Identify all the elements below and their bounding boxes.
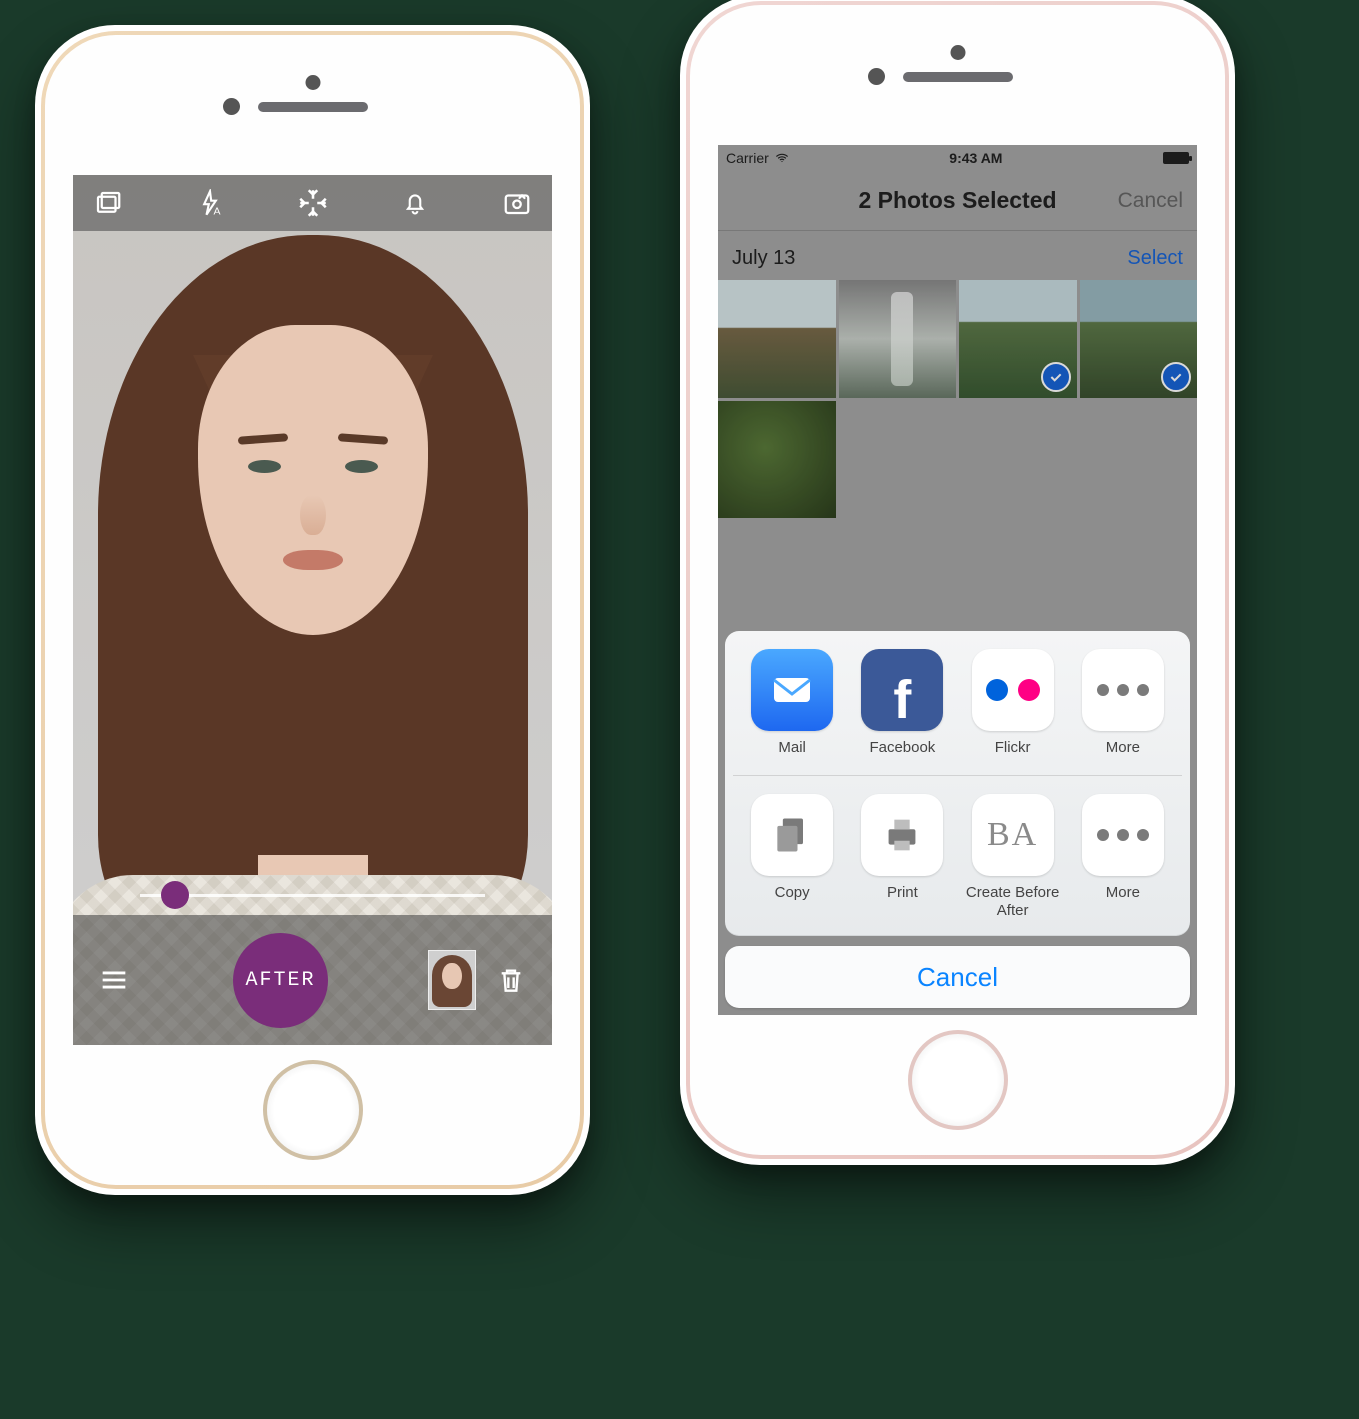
share-item-label: Flickr xyxy=(995,739,1031,757)
home-button[interactable] xyxy=(263,1060,363,1160)
last-photo-thumbnail[interactable] xyxy=(428,950,476,1010)
phone-mockup-right: Carrier 9:43 AM 2 Photos Selected Cancel xyxy=(680,0,1235,1165)
share-item-print[interactable]: Print xyxy=(853,794,951,920)
share-item-label: Create Before After xyxy=(964,884,1062,920)
mail-icon xyxy=(751,649,833,731)
share-item-label: More xyxy=(1106,739,1140,757)
camera-top-toolbar: A xyxy=(73,175,552,231)
share-cancel-button[interactable]: Cancel xyxy=(725,946,1190,1008)
more-icon xyxy=(1082,649,1164,731)
photos-app: Carrier 9:43 AM 2 Photos Selected Cancel xyxy=(718,145,1197,1015)
share-item-copy[interactable]: Copy xyxy=(743,794,841,920)
proximity-sensor-dot xyxy=(223,98,240,115)
share-item-fb[interactable]: f Facebook xyxy=(853,649,951,757)
share-item-flickr[interactable]: Flickr xyxy=(964,649,1062,757)
share-item-label: Facebook xyxy=(869,739,935,757)
share-sheet-panel: Mail f Facebook Flickr More Copy Print BA Creat… xyxy=(725,631,1190,936)
flash-icon[interactable]: A xyxy=(191,184,229,222)
last-photo-group xyxy=(428,950,530,1010)
share-item-label: Print xyxy=(887,884,918,902)
print-icon xyxy=(861,794,943,876)
focus-icon[interactable] xyxy=(294,184,332,222)
menu-icon[interactable] xyxy=(95,961,133,999)
switch-camera-icon[interactable] xyxy=(498,184,536,222)
bell-icon[interactable] xyxy=(396,184,434,222)
shutter-after-button[interactable]: AFTER xyxy=(233,933,328,1028)
intensity-slider-thumb[interactable] xyxy=(161,881,189,909)
share-cancel-label: Cancel xyxy=(917,962,998,993)
share-item-ba[interactable]: BA Create Before After xyxy=(964,794,1062,920)
trash-icon[interactable] xyxy=(492,961,530,999)
intensity-slider[interactable] xyxy=(140,894,485,897)
screen-left: A xyxy=(73,175,552,1045)
facebook-icon: f xyxy=(861,649,943,731)
earpiece-speaker xyxy=(258,102,368,112)
share-item-label: More xyxy=(1106,884,1140,902)
share-item-more2[interactable]: More xyxy=(1074,794,1172,920)
share-sheet: Mail f Facebook Flickr More Copy Print BA Creat… xyxy=(725,631,1190,1008)
svg-text:A: A xyxy=(214,206,221,217)
gallery-icon[interactable] xyxy=(89,184,127,222)
share-item-more[interactable]: More xyxy=(1074,649,1172,757)
camera-app: A xyxy=(73,175,552,1045)
share-item-label: Mail xyxy=(778,739,806,757)
flickr-icon xyxy=(972,649,1054,731)
earpiece-speaker xyxy=(903,72,1013,82)
share-row-actions: Copy Print BA Create Before After More xyxy=(733,775,1182,920)
home-button[interactable] xyxy=(908,1030,1008,1130)
more-icon xyxy=(1082,794,1164,876)
proximity-sensor-dot xyxy=(868,68,885,85)
share-row-apps: Mail f Facebook Flickr More xyxy=(733,649,1182,757)
share-item-mail[interactable]: Mail xyxy=(743,649,841,757)
before-after-icon: BA xyxy=(972,794,1054,876)
intensity-slider-row xyxy=(73,875,552,915)
camera-bottom-bar: AFTER xyxy=(73,915,552,1045)
front-camera-dot xyxy=(305,75,320,90)
copy-icon xyxy=(751,794,833,876)
share-item-label: Copy xyxy=(775,884,810,902)
front-camera-dot xyxy=(950,45,965,60)
phone-mockup-left: A xyxy=(35,25,590,1195)
shutter-label: AFTER xyxy=(245,969,315,992)
screen-right: Carrier 9:43 AM 2 Photos Selected Cancel xyxy=(718,145,1197,1015)
